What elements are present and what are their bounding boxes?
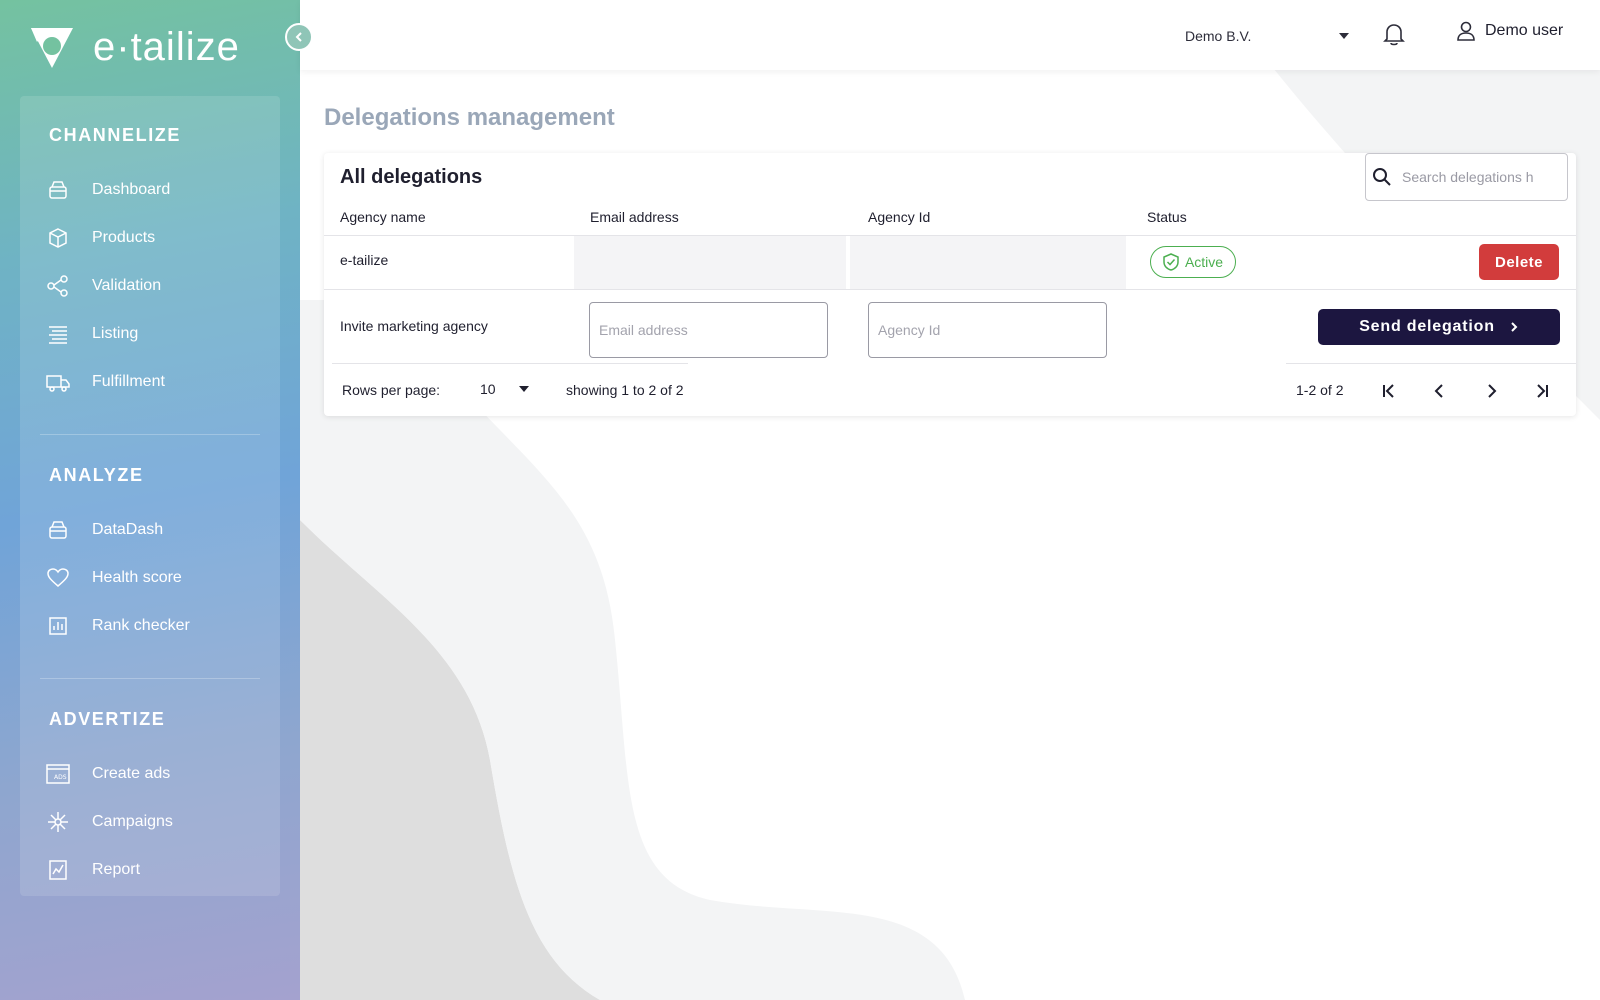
sidebar-item-products[interactable]: Products <box>46 220 266 256</box>
sidebar-item-label: Create ads <box>92 765 171 782</box>
sidebar-item-label: Report <box>92 861 141 878</box>
shield-check-icon <box>1163 253 1179 271</box>
sidebar-item-campaigns[interactable]: Campaigns <box>46 804 266 840</box>
sidebar-item-dashboard[interactable]: Dashboard <box>46 172 266 208</box>
showing-text: showing 1 to 2 of 2 <box>566 382 684 398</box>
search-input[interactable] <box>1402 169 1552 185</box>
status-badge: Active <box>1150 246 1236 278</box>
sidebar-item-fulfillment[interactable]: Fulfillment <box>46 364 266 400</box>
sidebar-item-label: Fulfillment <box>92 373 165 390</box>
send-delegation-button[interactable]: Send delegation <box>1318 309 1560 345</box>
chevron-left-icon <box>295 32 302 42</box>
row-divider <box>324 289 1576 290</box>
caret-down-icon <box>519 386 529 392</box>
top-bar: Demo B.V. Demo user <box>300 0 1600 70</box>
caret-down-icon <box>1339 33 1349 39</box>
section-title-channelize: CHANNELIZE <box>49 125 181 145</box>
agency-id-field[interactable] <box>868 302 1107 358</box>
chevron-left-icon <box>1434 384 1443 398</box>
bar-chart-icon <box>46 614 70 638</box>
chevron-right-icon <box>1511 322 1518 332</box>
sidebar-item-datadash[interactable]: DataDash <box>46 512 266 548</box>
nav-panel: CHANNELIZE Dashboard Products Validation… <box>20 96 280 896</box>
sidebar-item-rank-checker[interactable]: Rank checker <box>46 608 266 644</box>
section-title-advertize: ADVERTIZE <box>49 709 166 729</box>
card-title: All delegations <box>340 166 483 188</box>
last-page-button[interactable] <box>1528 377 1556 405</box>
sidebar-item-label: Rank checker <box>92 617 190 634</box>
send-delegation-label: Send delegation <box>1359 318 1495 335</box>
previous-page-button[interactable] <box>1426 377 1454 405</box>
sidebar-item-report[interactable]: Report <box>46 852 266 888</box>
first-page-icon <box>1383 384 1394 398</box>
agency-name-cell: e-tailize <box>340 252 389 268</box>
sidebar-item-label: Campaigns <box>92 813 173 830</box>
next-page-button[interactable] <box>1477 377 1505 405</box>
page-title: Delegations management <box>324 104 615 131</box>
company-select[interactable]: Demo B.V. <box>1185 24 1350 48</box>
column-header-status: Status <box>1147 209 1187 225</box>
rows-per-page-select[interactable]: 10 <box>480 377 530 401</box>
nav-divider <box>40 678 260 679</box>
list-icon <box>46 322 70 346</box>
box-icon <box>46 226 70 250</box>
ads-icon: ADS <box>46 762 70 786</box>
footer-divider <box>332 363 688 364</box>
background-shape <box>300 0 1600 1000</box>
dashboard-icon <box>46 518 70 542</box>
last-page-icon <box>1537 384 1548 398</box>
sidebar: e·tailize CHANNELIZE Dashboard Products … <box>0 0 300 1000</box>
chevron-right-icon <box>1488 384 1497 398</box>
truck-icon <box>46 370 70 394</box>
search-box[interactable] <box>1365 153 1568 201</box>
collapse-sidebar-button[interactable] <box>285 23 313 51</box>
share-icon <box>46 274 70 298</box>
company-select-value: Demo B.V. <box>1185 28 1252 44</box>
pagination-range: 1-2 of 2 <box>1296 382 1344 398</box>
email-field[interactable] <box>589 302 828 358</box>
rows-per-page-label: Rows per page: <box>342 382 441 398</box>
network-icon <box>46 810 70 834</box>
sidebar-item-listing[interactable]: Listing <box>46 316 266 352</box>
dashboard-icon <box>46 178 70 202</box>
column-header-agency-id: Agency Id <box>868 209 931 225</box>
bell-icon[interactable] <box>1380 20 1408 48</box>
sidebar-item-label: Products <box>92 229 156 246</box>
sidebar-item-create-ads[interactable]: ADS Create ads <box>46 756 266 792</box>
brand-logo[interactable]: e·tailize <box>27 24 240 70</box>
sidebar-item-label: Dashboard <box>92 181 171 198</box>
invite-label: Invite marketing agency <box>340 318 488 334</box>
email-cell <box>574 236 846 289</box>
first-page-button[interactable] <box>1375 377 1403 405</box>
agency-id-cell <box>850 236 1126 289</box>
svg-text:ADS: ADS <box>54 774 67 781</box>
sidebar-item-label: DataDash <box>92 521 164 538</box>
status-label: Active <box>1184 254 1224 270</box>
section-title-analyze: ANALYZE <box>49 465 144 485</box>
rows-per-page-value: 10 <box>480 381 496 397</box>
user-name: Demo user <box>1485 22 1564 39</box>
user-menu[interactable]: Demo user <box>1455 20 1563 42</box>
heart-icon <box>46 566 70 590</box>
column-header-agency-name: Agency name <box>340 209 426 225</box>
column-header-email: Email address <box>590 209 679 225</box>
sidebar-item-label: Health score <box>92 569 182 586</box>
sidebar-item-label: Listing <box>92 325 139 342</box>
sidebar-item-health-score[interactable]: Health score <box>46 560 266 596</box>
nav-divider <box>40 434 260 435</box>
user-icon <box>1457 21 1475 41</box>
report-icon <box>46 858 70 882</box>
brand-name: e·tailize <box>93 24 240 69</box>
search-icon <box>1373 168 1391 186</box>
logo-mark-icon <box>31 28 73 68</box>
delete-button[interactable]: Delete <box>1479 244 1559 280</box>
footer-divider <box>1286 363 1576 364</box>
sidebar-item-validation[interactable]: Validation <box>46 268 266 304</box>
sidebar-item-label: Validation <box>92 277 162 294</box>
delegations-card: All delegations Agency name Email addres… <box>324 153 1576 416</box>
